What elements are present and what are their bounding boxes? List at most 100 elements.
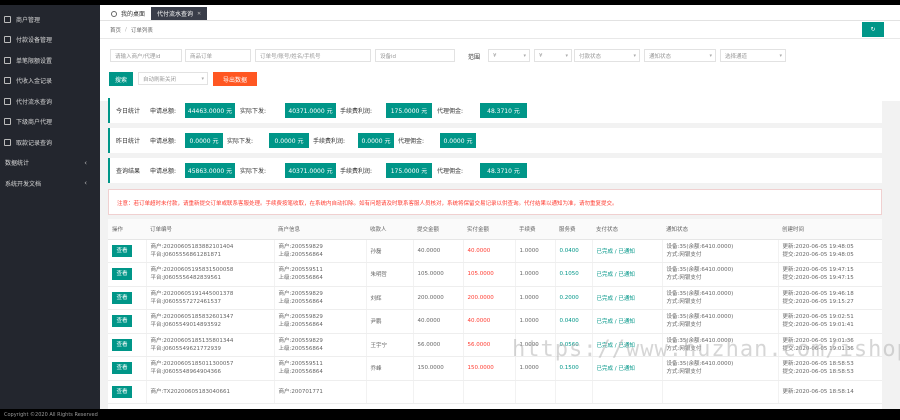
- actions-cell: 查看: [108, 262, 147, 287]
- stats-yesterday: 昨日统计 申请总额: 0.0000 元 实际下发: 0.0000 元 手续费利润…: [108, 128, 882, 153]
- col-header: 提交金额: [413, 219, 463, 240]
- col-header: 创建时间: [778, 219, 882, 240]
- time-cell: 更新:2020-06-05 19:48:05 提交:2020-06-05 19:4…: [778, 239, 882, 263]
- product-order-input[interactable]: 商品订单: [185, 49, 251, 62]
- stats-today: 今日统计 申请总额: 44463.0000 元 实际下发: 40371.0000…: [108, 98, 882, 123]
- amount-max-input[interactable]: ¥ ▾: [534, 49, 572, 62]
- payee-cell: 孙磊: [366, 239, 414, 263]
- service-fee-cell: 0.0400: [555, 309, 593, 334]
- stat-value: 0.0000 元: [185, 133, 223, 148]
- auto-refresh-select[interactable]: 自动刷新关闭 ▾: [138, 72, 208, 85]
- chevron-down-icon: ▾: [633, 53, 636, 59]
- amount-cell: 150.0000: [413, 356, 464, 381]
- footer-copyright: Copyright ©2020 All Rights Reserved: [0, 409, 900, 420]
- merchant-id-input[interactable]: 请输入商户/代理id: [110, 49, 182, 62]
- time-cell: 更新:2020-06-05 19:47:15 提交:2020-06-05 19:4…: [778, 262, 882, 287]
- stats-query-result: 查询结果 申请总额: 45863.0000 元 实际下发: 40371.0000…: [108, 158, 882, 183]
- paid-cell: 150.0000: [463, 356, 516, 381]
- sidebar-item-withdrawals[interactable]: 取款记录查询: [0, 132, 100, 153]
- stat-value: 175.0000 元: [386, 163, 432, 178]
- view-button[interactable]: 查看: [112, 338, 132, 351]
- actions-cell: 查看: [108, 333, 147, 357]
- chevron-down-icon: ▾: [523, 53, 526, 59]
- order-id-cell: 商户:20200605185011300057 平台:J0605548964904…: [146, 356, 275, 381]
- search-button[interactable]: 搜索: [109, 72, 133, 86]
- sidebar-group-statistics[interactable]: 数据统计 ‹: [0, 153, 100, 174]
- service-fee-cell: 0.0400: [555, 239, 593, 263]
- service-fee-cell: [555, 380, 593, 404]
- col-header: 操作: [108, 219, 146, 240]
- range-label: 范围: [468, 54, 481, 61]
- filter-panel: 请输入商户/代理id 商品订单 订单号/账号/姓名/手机号 设备id 范围 ¥ ▾…: [100, 39, 900, 101]
- table-row: 查看 商户:20200605185832601347 平台:J06055490148…: [108, 309, 882, 334]
- stat-value: 48.3710 元: [480, 163, 527, 178]
- paid-cell: 200.0000: [463, 286, 516, 310]
- order-id-cell: 商户:20200605185832601347 平台:J0605549014893…: [146, 309, 275, 334]
- merchant-cell: 商户:200701771: [274, 380, 367, 404]
- breadcrumb: 首页 / 订单列表 ↻: [100, 21, 900, 39]
- view-button[interactable]: 查看: [112, 291, 132, 304]
- merchant-cell: 商户:200559829 上级:200556864: [274, 333, 367, 357]
- order-info-input[interactable]: 订单号/账号/姓名/手机号: [255, 49, 371, 62]
- pay-status-select[interactable]: 付款状态 ▾: [574, 49, 640, 62]
- stat-value: 45863.0000 元: [185, 163, 235, 178]
- payee-cell: [366, 380, 414, 404]
- order-id-cell: 商户:20200605185135801344 平台:J0605549621772…: [146, 333, 275, 357]
- notify-status-select[interactable]: 通知状态 ▾: [644, 49, 716, 62]
- actions-cell: 查看: [108, 239, 147, 263]
- chevron-down-icon: ▾: [201, 76, 204, 82]
- table-row: 查看 商户:20200605191445001378 平台:J06055572724…: [108, 286, 882, 310]
- chevron-left-icon: ‹: [84, 158, 87, 167]
- refresh-button[interactable]: ↻: [862, 22, 884, 37]
- amount-cell: 56.0000: [413, 333, 464, 357]
- channel-cell: 设备:35(余额:6410.0000) 方式:网银支付: [662, 239, 779, 263]
- fee-cell: 1.0000: [515, 239, 556, 263]
- breadcrumb-home[interactable]: 首页: [110, 26, 121, 34]
- channel-cell: 设备:35(余额:6410.0000) 方式:网银支付: [662, 262, 779, 287]
- view-button[interactable]: 查看: [112, 362, 132, 375]
- view-button[interactable]: 查看: [112, 268, 132, 281]
- paid-cell: 40.0000: [463, 239, 516, 263]
- payee-cell: 乔峰: [366, 356, 414, 381]
- chevron-down-icon: ▾: [779, 53, 782, 59]
- fee-cell: [515, 380, 556, 404]
- payee-cell: 朱明哲: [366, 262, 414, 287]
- amount-cell: [413, 380, 464, 404]
- fee-cell: 1.0000: [515, 286, 556, 310]
- merchant-cell: 商户:200559829 上级:200556864: [274, 239, 367, 263]
- view-button[interactable]: 查看: [112, 244, 132, 257]
- view-button[interactable]: 查看: [112, 315, 132, 328]
- sidebar: 商户管理 付款设备管理 单笔限额设置 代收入金记录 代付流水查询 下级商户代理 …: [0, 5, 100, 409]
- merchant-cell: 商户:200559511 上级:200556864: [274, 262, 367, 287]
- orders-table: 操作 订单编号 商户信息 收款人 提交金额 实付金额 手续费 服务费 支付状态 …: [108, 219, 882, 409]
- device-id-input[interactable]: 设备id: [375, 49, 455, 62]
- view-button[interactable]: 查看: [112, 385, 132, 398]
- tab-payout-query[interactable]: 代付流水查询 ✕: [151, 7, 208, 20]
- sidebar-item-limits[interactable]: 单笔限额设置: [0, 50, 100, 71]
- amount-min-input[interactable]: ¥ ▾: [488, 49, 530, 62]
- payee-cell: 王宇宁: [366, 333, 414, 357]
- fee-cell: 1.0000: [515, 309, 556, 334]
- stat-value: 175.0000 元: [386, 103, 432, 118]
- sidebar-item-merchants[interactable]: 商户管理: [0, 9, 100, 30]
- amount-cell: 105.0000: [413, 262, 464, 287]
- sidebar-item-sub-agents[interactable]: 下级商户代理: [0, 112, 100, 133]
- col-header: 手续费: [515, 219, 555, 240]
- export-button[interactable]: 导出数据: [213, 72, 257, 86]
- main-content: 我的桌面 代付流水查询 ✕ 首页 / 订单列表 ↻ 请输入商户/代理id 商品订单…: [100, 5, 900, 409]
- sidebar-item-payouts[interactable]: 代付流水查询: [0, 91, 100, 112]
- order-id-cell: 商户:20200605195831500058 平台:J0605556482839…: [146, 262, 275, 287]
- sidebar-item-devices[interactable]: 付款设备管理: [0, 30, 100, 51]
- tab-desktop[interactable]: 我的桌面: [105, 7, 151, 20]
- sidebar-group-docs[interactable]: 系统开发文档 ‹: [0, 173, 100, 194]
- order-id-cell: 商户:20200605191445001378 平台:J0605557272461…: [146, 286, 275, 310]
- merchant-cell: 商户:200559829 上级:200556864: [274, 309, 367, 334]
- service-fee-cell: 0.1050: [555, 262, 593, 287]
- close-icon[interactable]: ✕: [197, 11, 201, 17]
- col-header: 订单编号: [146, 219, 274, 240]
- channel-select[interactable]: 选择通道 ▾: [720, 49, 786, 62]
- deposit-icon: [4, 77, 11, 85]
- tab-bar: 我的桌面 代付流水查询 ✕: [100, 5, 900, 21]
- table-header-row: 操作 订单编号 商户信息 收款人 提交金额 实付金额 手续费 服务费 支付状态 …: [108, 219, 882, 240]
- sidebar-item-deposits[interactable]: 代收入金记录: [0, 71, 100, 92]
